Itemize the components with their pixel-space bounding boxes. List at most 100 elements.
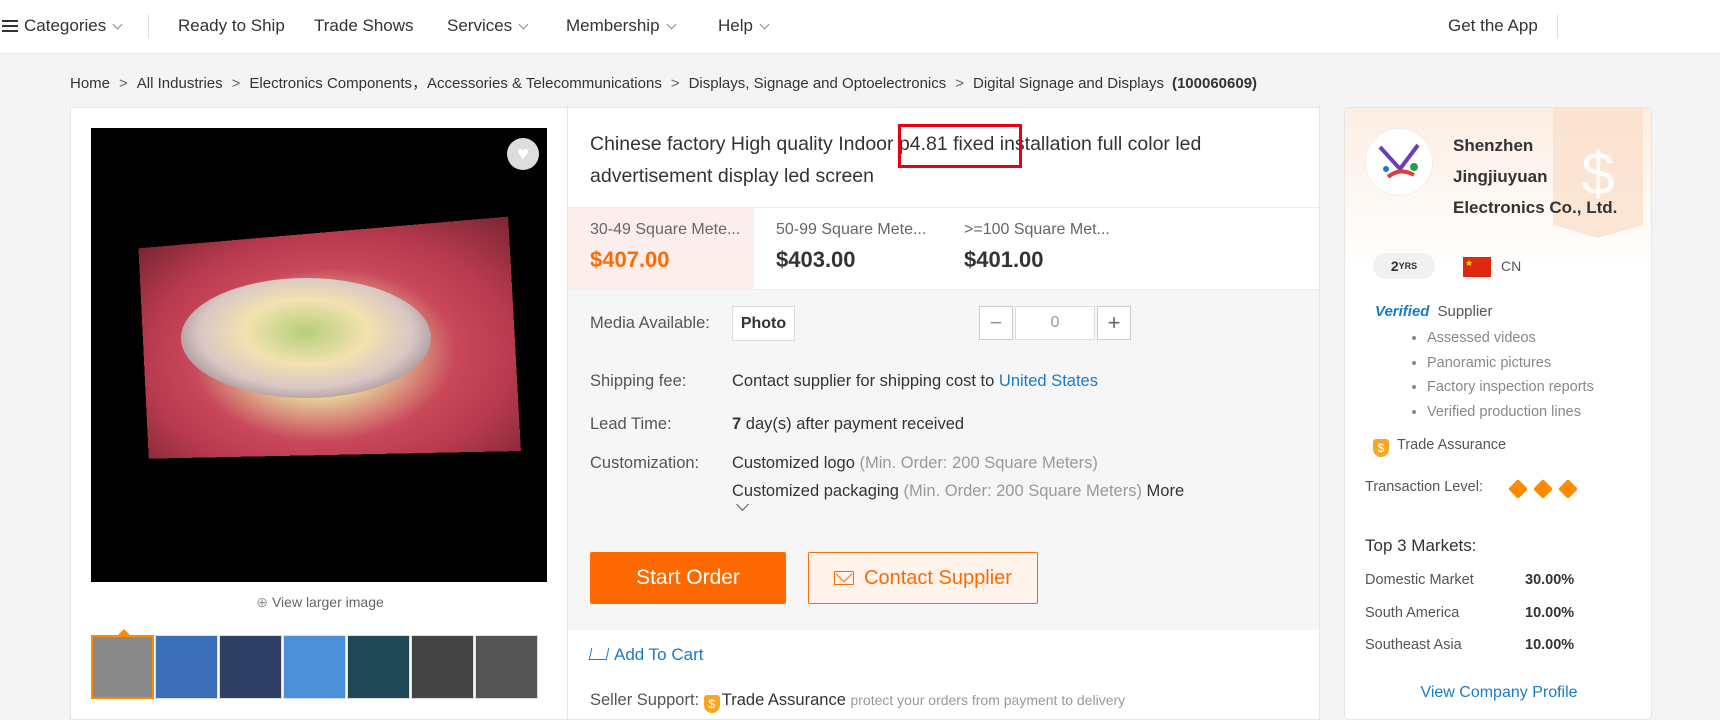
breadcrumb-displays[interactable]: Displays, Signage and Optoelectronics [689, 75, 947, 92]
tier-price: $403.00 [776, 247, 856, 272]
list-item[interactable]: Factory inspection reports [1427, 375, 1594, 400]
seller-support: Seller Support: $ Trade Assurance protect… [590, 691, 1125, 713]
nav-services-label: Services [447, 16, 513, 35]
add-to-cart-label: Add To Cart [614, 645, 704, 664]
shipping-fee-label: Shipping fee: [590, 372, 687, 390]
market-name: Southeast Asia [1365, 637, 1462, 653]
breadcrumb-all-industries[interactable]: All Industries [137, 75, 223, 92]
price-tier[interactable]: >=100 Square Met... $401.00 [942, 208, 1132, 290]
verified-supplier-label: Supplier [1437, 303, 1493, 320]
thumbnail[interactable] [91, 629, 154, 699]
price-tiers: 30-49 Square Mete... $407.00 50-99 Squar… [568, 207, 1319, 290]
quantity-increment-button[interactable]: + [1097, 306, 1131, 340]
highlight-annotation-box [898, 124, 1022, 168]
thumbnail[interactable] [411, 635, 474, 699]
categories-menu[interactable]: Categories [2, 16, 123, 36]
market-percent: 10.00% [1525, 637, 1575, 653]
chevron-down-icon [112, 19, 123, 30]
zoom-icon: ⊕ [256, 594, 268, 610]
category-id: (100060609) [1171, 75, 1258, 92]
cart-icon [588, 648, 610, 660]
breadcrumb-digital-signage[interactable]: Digital Signage and Displays [973, 75, 1164, 92]
breadcrumb-separator: > [670, 75, 680, 92]
media-photo-chip[interactable]: Photo [732, 306, 795, 341]
trade-assurance-note: protect your orders from payment to deli… [850, 692, 1126, 708]
quantity-decrement-button[interactable]: − [979, 306, 1013, 340]
categories-label: Categories [24, 16, 107, 35]
company-name-link[interactable]: Shenzhen Jingjiuyuan Electronics Co., Lt… [1453, 130, 1628, 223]
nav-membership-label: Membership [566, 16, 660, 35]
supplier-trade-assurance: $ Trade Assurance [1373, 437, 1506, 457]
tier-quantity-range: 50-99 Square Mete... [776, 221, 927, 238]
breadcrumb-separator: > [955, 75, 965, 92]
view-larger-image-link[interactable]: ⊕ View larger image [71, 594, 569, 611]
shipping-fee-value: Contact supplier for shipping cost to Un… [732, 372, 1098, 391]
customization-packaging: Customized packaging (Min. Order: 200 Sq… [732, 482, 1184, 501]
chevron-down-icon [666, 19, 676, 30]
order-details: Media Available: Photo − 0 + Shipping fe… [568, 290, 1319, 630]
tier-price: $401.00 [964, 247, 1044, 272]
price-tier[interactable]: 50-99 Square Mete... $403.00 [754, 208, 942, 290]
main-product-image[interactable]: ♥ [91, 128, 547, 582]
thumbnail[interactable] [475, 635, 538, 699]
shipping-text: Contact supplier for shipping cost to [732, 372, 995, 390]
thumbnail[interactable] [347, 635, 410, 699]
tier-price: $407.00 [590, 247, 670, 272]
more-link[interactable]: More [1147, 482, 1185, 500]
supplier-logo[interactable] [1365, 128, 1433, 196]
nav-membership[interactable]: Membership [566, 16, 676, 36]
breadcrumb-electronics[interactable]: Electronics Components，Accessories & Tel… [249, 75, 661, 92]
custom-pack-text: Customized packaging [732, 482, 899, 500]
breadcrumb: Home > All Industries > Electronics Componen… [70, 72, 1257, 93]
nav-help-label: Help [718, 16, 753, 35]
list-item[interactable]: Verified production lines [1427, 400, 1594, 425]
shipping-country-link[interactable]: United States [999, 372, 1098, 390]
nav-help[interactable]: Help [718, 16, 770, 36]
supplier-country: CN [1501, 258, 1522, 274]
list-item[interactable]: Assessed videos [1427, 326, 1594, 351]
menu-icon [2, 20, 18, 32]
image-gallery: ♥ ⊕ View larger image [70, 107, 568, 720]
diamond-icon [1533, 479, 1553, 499]
lead-days: 7 [732, 415, 742, 433]
mail-icon [834, 571, 855, 585]
customization-logo: Customized logo (Min. Order: 200 Square … [732, 454, 1098, 473]
years-badge: 2 YRS [1373, 253, 1435, 279]
contact-supplier-button[interactable]: Contact Supplier [808, 552, 1038, 604]
years-number: 2 [1390, 258, 1399, 274]
salad-bowl-image [181, 278, 431, 398]
tier-quantity-range: >=100 Square Met... [964, 221, 1110, 238]
media-available-label: Media Available: [590, 314, 710, 332]
lead-text: day(s) after payment received [745, 415, 965, 433]
custom-logo-text: Customized logo [732, 454, 855, 472]
market-name: Domestic Market [1365, 572, 1474, 588]
thumbnail[interactable] [283, 635, 346, 699]
view-company-profile-link[interactable]: View Company Profile [1345, 684, 1651, 702]
favorite-heart-icon[interactable]: ♥ [507, 138, 539, 170]
nav-ready-to-ship[interactable]: Ready to Ship [178, 16, 285, 36]
company-logo-icon [1378, 143, 1420, 179]
market-percent: 30.00% [1525, 572, 1575, 588]
seller-support-label: Seller Support: [590, 691, 700, 709]
quantity-input[interactable]: 0 [1015, 306, 1095, 340]
trade-assurance-link[interactable]: Trade Assurance [722, 691, 846, 709]
trade-assurance-icon: $ [1373, 439, 1389, 457]
breadcrumb-separator: > [119, 75, 128, 92]
lead-time-label: Lead Time: [590, 415, 672, 433]
nav-services[interactable]: Services [447, 16, 529, 36]
top-navigation: Categories Ready to Ship Trade Shows Ser… [0, 0, 1720, 54]
nav-trade-shows[interactable]: Trade Shows [314, 16, 414, 36]
chevron-down-icon [759, 19, 770, 30]
price-tier[interactable]: 30-49 Square Mete... $407.00 [568, 208, 754, 290]
breadcrumb-home[interactable]: Home [70, 75, 110, 92]
thumbnail[interactable] [219, 635, 282, 699]
list-item[interactable]: Panoramic pictures [1427, 351, 1594, 376]
add-to-cart-link[interactable]: Add To Cart [588, 645, 704, 665]
custom-logo-min: (Min. Order: 200 Square Meters) [859, 454, 1098, 472]
breadcrumb-separator: > [231, 75, 241, 92]
thumbnail[interactable] [155, 635, 218, 699]
get-the-app-link[interactable]: Get the App [1448, 16, 1538, 36]
start-order-button[interactable]: Start Order [590, 552, 786, 604]
trade-assurance-label: Trade Assurance [1397, 437, 1507, 453]
trade-assurance-icon: $ [703, 695, 720, 713]
